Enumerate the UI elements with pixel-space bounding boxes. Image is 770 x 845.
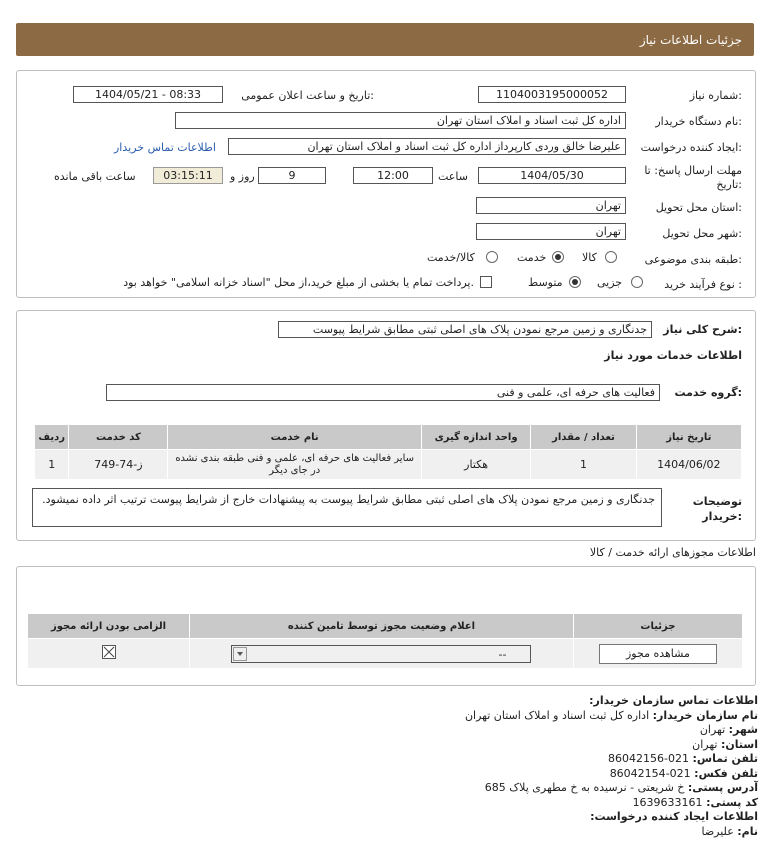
need-number-field: 1104003195000052 <box>478 86 626 103</box>
creator-label: ایجاد کننده درخواست: <box>640 141 742 154</box>
page-title: جزئیات اطلاعات نیاز <box>639 33 742 47</box>
table-row: 1 ز-74-749 سایر فعالیت های حرفه ای، علمی… <box>33 449 743 480</box>
permits-table-header: الزامی بودن ارائه مجوز اعلام وضعیت مجوز … <box>26 613 744 639</box>
time-label: ساعت <box>438 170 468 183</box>
cell-service-code: ز-74-749 <box>68 449 169 480</box>
cell-quantity: 1 <box>530 449 637 480</box>
col-unit: واحد اندازه گیری <box>420 424 532 450</box>
group-field: فعالیت های حرفه ای، علمی و فنی <box>106 384 660 401</box>
col-permit-status: اعلام وضعیت مجوز توسط تامین کننده <box>189 613 574 639</box>
remaining-label: ساعت باقی مانده <box>54 170 136 183</box>
category-radio-goods[interactable] <box>605 251 617 263</box>
deadline-date-field: 1404/05/30 <box>478 167 626 184</box>
treasury-checkbox[interactable] <box>480 276 492 288</box>
category-option-goods-service: کالا/خدمت <box>427 251 475 264</box>
category-radio-goods-service[interactable] <box>486 251 498 263</box>
contact-province-line: استان: تهران <box>692 737 758 751</box>
col-need-date: تاریخ نیاز <box>635 424 743 450</box>
buyer-notes-field: جدنگاری و زمین مرجع نمودن پلاک های اصلی … <box>32 488 662 527</box>
contact-phone-line: تلفن تماس: 021-86042156 <box>608 752 758 765</box>
page-header: جزئیات اطلاعات نیاز <box>16 23 754 56</box>
announce-datetime-field: 1404/05/21 - 08:33 <box>73 86 223 103</box>
cell-permit-status: -- <box>189 638 574 669</box>
need-number-label: شماره نیاز: <box>689 89 742 102</box>
creator-field: علیرضا خالق وردی کارپرداز اداره کل ثبت ا… <box>228 138 626 155</box>
cell-required <box>26 638 191 669</box>
col-quantity: تعداد / مقدار <box>530 424 637 450</box>
category-radio-service[interactable] <box>552 251 564 263</box>
cell-service-name: سایر فعالیت های حرفه ای، علمی و فنی طبقه… <box>167 449 422 480</box>
permit-status-value: -- <box>498 647 507 661</box>
contact-postal-line: کد پستی: 1639633161 <box>632 795 758 809</box>
checked-box-icon[interactable] <box>101 645 116 659</box>
cell-unit: هکتار <box>420 449 532 480</box>
process-label: نوع فرآیند خرید : <box>664 278 742 291</box>
creator-name-line: نام: علیرضا <box>701 824 758 838</box>
permits-heading: اطلاعات مجوزهای ارائه خدمت / کالا <box>589 546 756 559</box>
province-field: تهران <box>476 197 626 214</box>
description-label: شرح کلی نیاز: <box>663 323 742 336</box>
city-field: تهران <box>476 223 626 240</box>
days-label: روز و <box>230 170 255 183</box>
category-label: طبقه بندی موضوعی: <box>644 253 742 266</box>
remaining-time-field: 03:15:11 <box>153 167 223 184</box>
permit-status-select[interactable]: -- <box>231 644 532 663</box>
contact-fax-line: تلفن فکس: 021-86042154 <box>609 766 758 780</box>
city-label: شهر محل تحویل: <box>662 227 742 240</box>
process-radio-minor[interactable] <box>631 276 643 288</box>
process-radio-medium[interactable] <box>569 276 581 288</box>
category-option-service: خدمت <box>517 251 547 264</box>
group-label: گروه خدمت: <box>674 386 742 399</box>
services-table-header: ردیف کد خدمت نام خدمت واحد اندازه گیری ت… <box>33 424 743 450</box>
permits-table: الزامی بودن ارائه مجوز اعلام وضعیت مجوز … <box>26 613 744 669</box>
process-option-minor: جزیی <box>597 276 623 289</box>
services-heading: اطلاعات خدمات مورد نیاز <box>604 349 742 362</box>
contact-org-line: نام سازمان خریدار: اداره کل ثبت اسناد و … <box>464 708 758 722</box>
contact-city-line: شهر: تهران <box>699 723 758 736</box>
contact-address-line: آدرس پستی: خ شریعتی - نرسیده به خ مطهری … <box>484 781 758 794</box>
process-option-medium: متوسط <box>528 276 563 289</box>
buyer-contact-link[interactable]: اطلاعات تماس خریدار <box>114 141 216 154</box>
cell-row: 1 <box>33 449 70 480</box>
cell-need-date: 1404/06/02 <box>635 449 743 480</box>
treasury-text: پرداخت تمام یا بخشی از مبلغ خرید،از محل … <box>123 276 474 289</box>
category-option-goods: کالا <box>582 251 597 264</box>
col-details: جزئیات <box>572 613 744 639</box>
services-table: ردیف کد خدمت نام خدمت واحد اندازه گیری ت… <box>33 424 743 480</box>
buyer-contact-section: اطلاعات تماس سازمان خریدار: نام سازمان خ… <box>18 694 758 839</box>
buyer-org-label: نام دستگاه خریدار: <box>655 115 742 128</box>
chevron-down-icon[interactable] <box>233 646 248 661</box>
cell-details: مشاهده مجوز <box>572 638 744 669</box>
buyer-notes-label: توضیحات خریدار: <box>692 495 742 523</box>
days-field: 9 <box>258 167 326 184</box>
col-row: ردیف <box>33 424 70 450</box>
table-row: -- مشاهده مجوز <box>26 638 744 669</box>
view-permit-button[interactable]: مشاهده مجوز <box>598 643 717 664</box>
deadline-label: مهلت ارسال پاسخ: تا تاریخ: <box>644 164 742 191</box>
contact-heading: اطلاعات تماس سازمان خریدار: <box>589 694 758 707</box>
buyer-org-field: اداره کل ثبت اسناد و املاک استان تهران <box>175 112 626 129</box>
deadline-time-field: 12:00 <box>353 167 433 184</box>
description-field: جدنگاری و زمین مرجع نمودن پلاک های اصلی … <box>278 321 652 338</box>
col-service-code: کد خدمت <box>68 424 169 450</box>
province-label: استان محل تحویل: <box>655 201 742 214</box>
announce-label: تاریخ و ساعت اعلان عمومی: <box>241 89 374 102</box>
creator-info-heading: اطلاعات ایجاد کننده درخواست: <box>590 810 758 823</box>
col-service-name: نام خدمت <box>167 424 422 450</box>
col-required: الزامی بودن ارائه مجوز <box>26 613 191 639</box>
